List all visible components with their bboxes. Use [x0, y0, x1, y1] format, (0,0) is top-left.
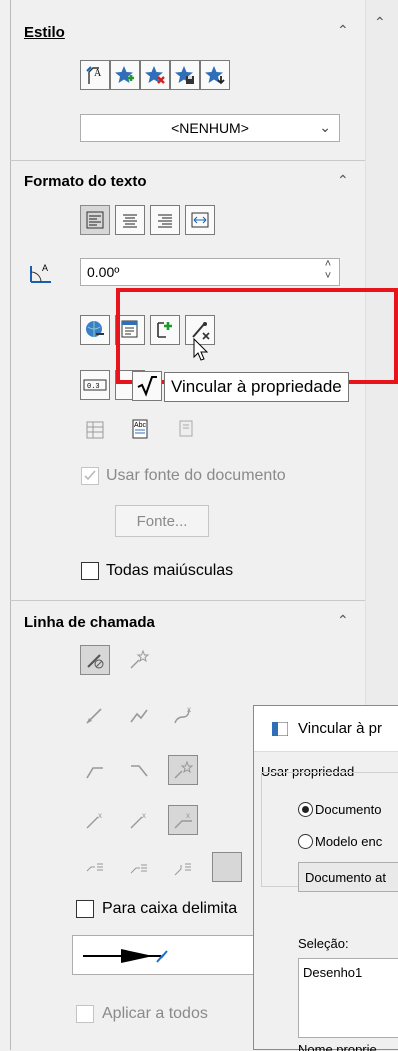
todas-maiusculas-checkbox[interactable]: [81, 562, 99, 580]
svg-text:x: x: [142, 811, 146, 820]
svg-text:x: x: [186, 811, 190, 820]
link-property-tooltip: Vincular à propriedade: [164, 372, 349, 402]
leader-row3: [80, 755, 198, 785]
balloon-link-icon[interactable]: [172, 415, 202, 445]
aplicar-todos-checkbox[interactable]: [76, 1005, 94, 1023]
leader-attach-1-icon[interactable]: [80, 852, 110, 882]
estilo-toolbar: A: [80, 60, 230, 90]
angle-icon: A: [28, 262, 54, 288]
dialog-title: Vincular à pr: [298, 720, 382, 737]
fonte-button[interactable]: Fonte...: [115, 505, 209, 537]
svg-text:0.3: 0.3: [87, 383, 100, 391]
para-caixa-label: Para caixa delimita: [102, 900, 238, 917]
fit-text-icon[interactable]: [185, 205, 215, 235]
aplicar-todos-label: Aplicar a todos: [102, 1005, 208, 1022]
selecao-list[interactable]: Desenho1: [298, 958, 398, 1038]
todas-maiusculas-label: Todas maiúsculas: [106, 562, 234, 579]
leader-attach-4-icon[interactable]: [212, 852, 242, 882]
arrow-style-icon: [83, 949, 168, 963]
usar-fonte-checkbox[interactable]: [81, 467, 99, 485]
estilo-collapse-icon[interactable]: ⌃: [337, 22, 349, 39]
no-leader-icon[interactable]: [80, 645, 110, 675]
arrow-style-dropdown[interactable]: [72, 935, 272, 975]
abc-link-icon[interactable]: Abc: [126, 415, 156, 445]
scroll-up-icon[interactable]: ⌃: [374, 14, 386, 31]
align-right-icon[interactable]: [150, 205, 180, 235]
svg-text:A: A: [94, 68, 102, 79]
selecao-item[interactable]: Desenho1: [303, 965, 362, 980]
angle-value: 0.00º: [87, 264, 120, 280]
auto-leader-icon[interactable]: [124, 645, 154, 675]
save-style-icon[interactable]: [170, 60, 200, 90]
sqrt-button[interactable]: [132, 371, 162, 401]
angle-input[interactable]: 0.00º: [80, 258, 340, 286]
align-left-icon[interactable]: [80, 205, 110, 235]
documento-radio[interactable]: [298, 802, 313, 817]
apply-style-icon[interactable]: A: [80, 60, 110, 90]
bent-leader-icon[interactable]: [124, 700, 154, 730]
estilo-section-title[interactable]: Estilo: [24, 24, 65, 41]
leader-row2: x: [80, 700, 198, 730]
dialog-app-icon: [272, 722, 288, 736]
leader-attach-2-icon[interactable]: [124, 852, 154, 882]
delete-style-icon[interactable]: [140, 60, 170, 90]
dialog-titlebar[interactable]: Vincular à pr: [254, 706, 398, 752]
svg-text:x: x: [98, 811, 102, 820]
svg-text:x: x: [187, 705, 191, 714]
formato-section-title[interactable]: Formato do texto: [24, 173, 147, 190]
modelo-radio[interactable]: [298, 834, 313, 849]
leader-style-3-icon[interactable]: x: [168, 805, 198, 835]
leader-row4: x x x: [80, 805, 198, 835]
documento-label: Documento: [315, 802, 382, 817]
text-box-icon[interactable]: 0.3: [80, 370, 110, 400]
link-toolbar-row3: Abc: [80, 415, 202, 445]
section-divider: [10, 160, 365, 161]
chevron-down-icon: ⌄: [319, 119, 331, 135]
leader-right-icon[interactable]: [124, 755, 154, 785]
highlight-box: [116, 288, 398, 384]
tooltip-text: Vincular à propriedade: [171, 377, 342, 396]
square-root-symbol-icon: [137, 376, 157, 397]
svg-text:Abc: Abc: [134, 422, 147, 429]
leader-style-1-icon[interactable]: x: [80, 805, 110, 835]
style-dropdown-value: <NENHUM>: [171, 120, 249, 136]
leader-attach-3-icon[interactable]: [168, 852, 198, 882]
align-center-icon[interactable]: [115, 205, 145, 235]
table-link-icon[interactable]: [80, 415, 110, 445]
usar-fonte-label: Usar fonte do documento: [106, 467, 286, 484]
straight-leader-icon[interactable]: [80, 700, 110, 730]
section-divider: [10, 600, 365, 601]
leader-row1: [80, 645, 154, 675]
leader-row5: [80, 852, 242, 882]
para-caixa-checkbox[interactable]: [76, 900, 94, 918]
document-select[interactable]: Documento at: [298, 862, 398, 892]
style-dropdown[interactable]: <NENHUM> ⌄: [80, 114, 340, 142]
svg-text:A: A: [42, 263, 48, 273]
checkmark-icon: [84, 470, 96, 481]
link-property-dialog: Vincular à pr Usar propriedad Documento …: [253, 705, 398, 1051]
load-style-icon[interactable]: [200, 60, 230, 90]
leader-nearest-icon[interactable]: [168, 755, 198, 785]
spline-leader-icon[interactable]: x: [168, 700, 198, 730]
formato-collapse-icon[interactable]: ⌃: [337, 172, 349, 189]
leader-style-2-icon[interactable]: x: [124, 805, 154, 835]
hyperlink-icon[interactable]: [80, 315, 110, 345]
angle-spinner[interactable]: ˄ ˅: [317, 258, 339, 286]
alignment-toolbar: [80, 205, 215, 235]
linha-section-title[interactable]: Linha de chamada: [24, 614, 155, 631]
selecao-label: Seleção:: [298, 936, 349, 951]
modelo-label: Modelo enc: [315, 834, 383, 849]
add-style-icon[interactable]: [110, 60, 140, 90]
linha-collapse-icon[interactable]: ⌃: [337, 612, 349, 629]
leader-left-icon[interactable]: [80, 755, 110, 785]
mouse-cursor-icon: [193, 337, 209, 366]
